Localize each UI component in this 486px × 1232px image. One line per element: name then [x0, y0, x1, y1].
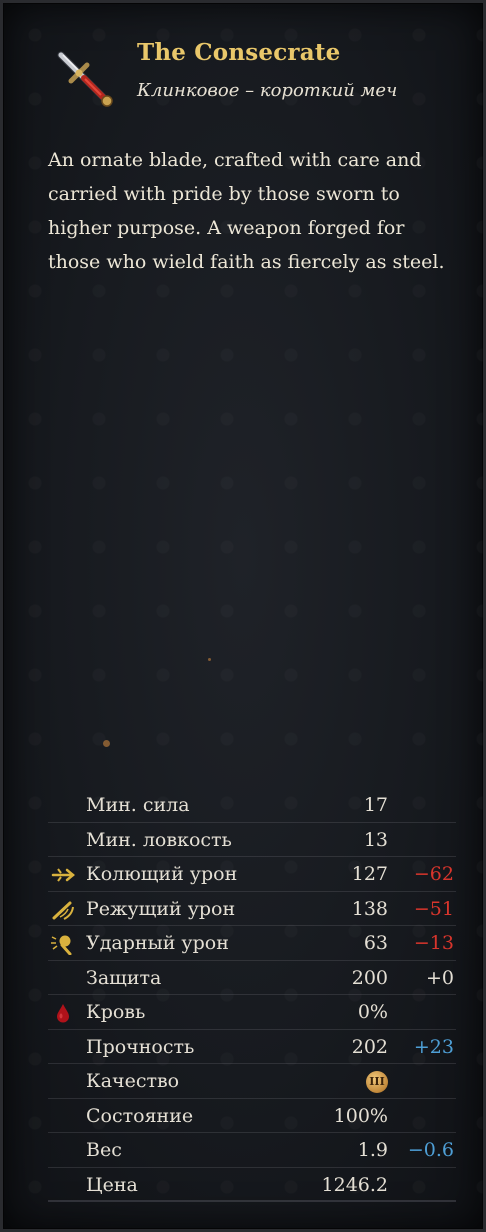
stat-row-defense: Защита 200 +0	[48, 961, 456, 995]
stat-value: 1246.2	[321, 1173, 388, 1196]
stat-label: Прочность	[86, 1035, 195, 1058]
stat-modifier: −51	[413, 897, 454, 920]
stat-label: Мин. ловкость	[86, 828, 232, 851]
background-speck	[208, 658, 211, 661]
blood-drop-icon	[57, 1004, 69, 1023]
stat-row-blood: Кровь 0%	[48, 995, 456, 1030]
stat-row-min-agility: Мин. ловкость 13	[48, 823, 456, 857]
item-title: The Consecrate	[137, 39, 341, 66]
blunt-icon	[51, 935, 72, 955]
item-subtitle: Клинковое – короткий меч	[137, 80, 398, 101]
item-description: An ornate blade, crafted with care and c…	[48, 143, 468, 279]
stat-row-condition: Состояние 100%	[48, 1099, 456, 1133]
stat-value: 1.9	[357, 1139, 388, 1161]
slash-icon	[52, 901, 74, 920]
stat-modifier: +0	[425, 966, 454, 989]
description-line: carried with pride by those sworn to	[48, 183, 400, 205]
stat-modifier: −0.6	[407, 1139, 454, 1161]
stat-row-min-strength: Мин. сила 17	[48, 788, 456, 823]
stat-value: 138	[351, 897, 388, 920]
stat-modifier: +23	[413, 1035, 454, 1058]
pierce-icon	[51, 868, 75, 882]
stat-label: Цена	[86, 1173, 138, 1196]
background-speck	[103, 740, 110, 747]
item-header: The Consecrate Клинковое – короткий меч	[51, 39, 471, 109]
stat-label: Вес	[86, 1139, 122, 1161]
stat-label: Колющий урон	[86, 863, 238, 885]
stat-label: Состояние	[86, 1104, 194, 1127]
stat-label: Защита	[86, 966, 162, 989]
stat-row-pierce-damage: Колющий урон 127 −62	[48, 857, 456, 892]
stat-value: 0%	[357, 1001, 388, 1023]
stat-value: 100%	[333, 1104, 388, 1127]
stat-label: Режущий урон	[86, 897, 236, 920]
stat-value: 202	[351, 1035, 388, 1058]
item-tooltip-panel: The Consecrate Клинковое – короткий меч …	[0, 0, 486, 1232]
stat-value: 13	[363, 828, 388, 851]
sword-icon	[57, 51, 113, 107]
stat-modifier: −13	[413, 932, 454, 954]
stat-modifier: −62	[413, 863, 454, 885]
quality-badge-icon: III	[366, 1071, 388, 1093]
stat-row-quality: Качество III	[48, 1064, 456, 1099]
stat-value: 17	[363, 794, 388, 816]
stat-row-slash-damage: Режущий урон 138 −51	[48, 892, 456, 926]
stats-table: Мин. сила 17 Мин. ловкость 13 Колющий ур…	[48, 788, 456, 1202]
description-line: An ornate blade, crafted with care and	[48, 149, 422, 171]
stat-label: Кровь	[86, 1001, 146, 1023]
stat-row-durability: Прочность 202 +23	[48, 1030, 456, 1064]
description-line: higher purpose. A weapon forged for	[48, 217, 405, 239]
stat-row-price: Цена 1246.2	[48, 1168, 456, 1202]
stat-row-weight: Вес 1.9 −0.6	[48, 1133, 456, 1168]
stat-label: Мин. сила	[86, 794, 190, 816]
stat-value: 127	[351, 863, 388, 885]
stat-value: 200	[351, 966, 388, 989]
stat-row-blunt-damage: Ударный урон 63 −13	[48, 926, 456, 961]
description-line: those who wield faith as fiercely as ste…	[48, 251, 445, 273]
stat-label: Качество	[86, 1070, 180, 1092]
stat-label: Ударный урон	[86, 932, 229, 954]
stat-value: 63	[363, 932, 388, 954]
